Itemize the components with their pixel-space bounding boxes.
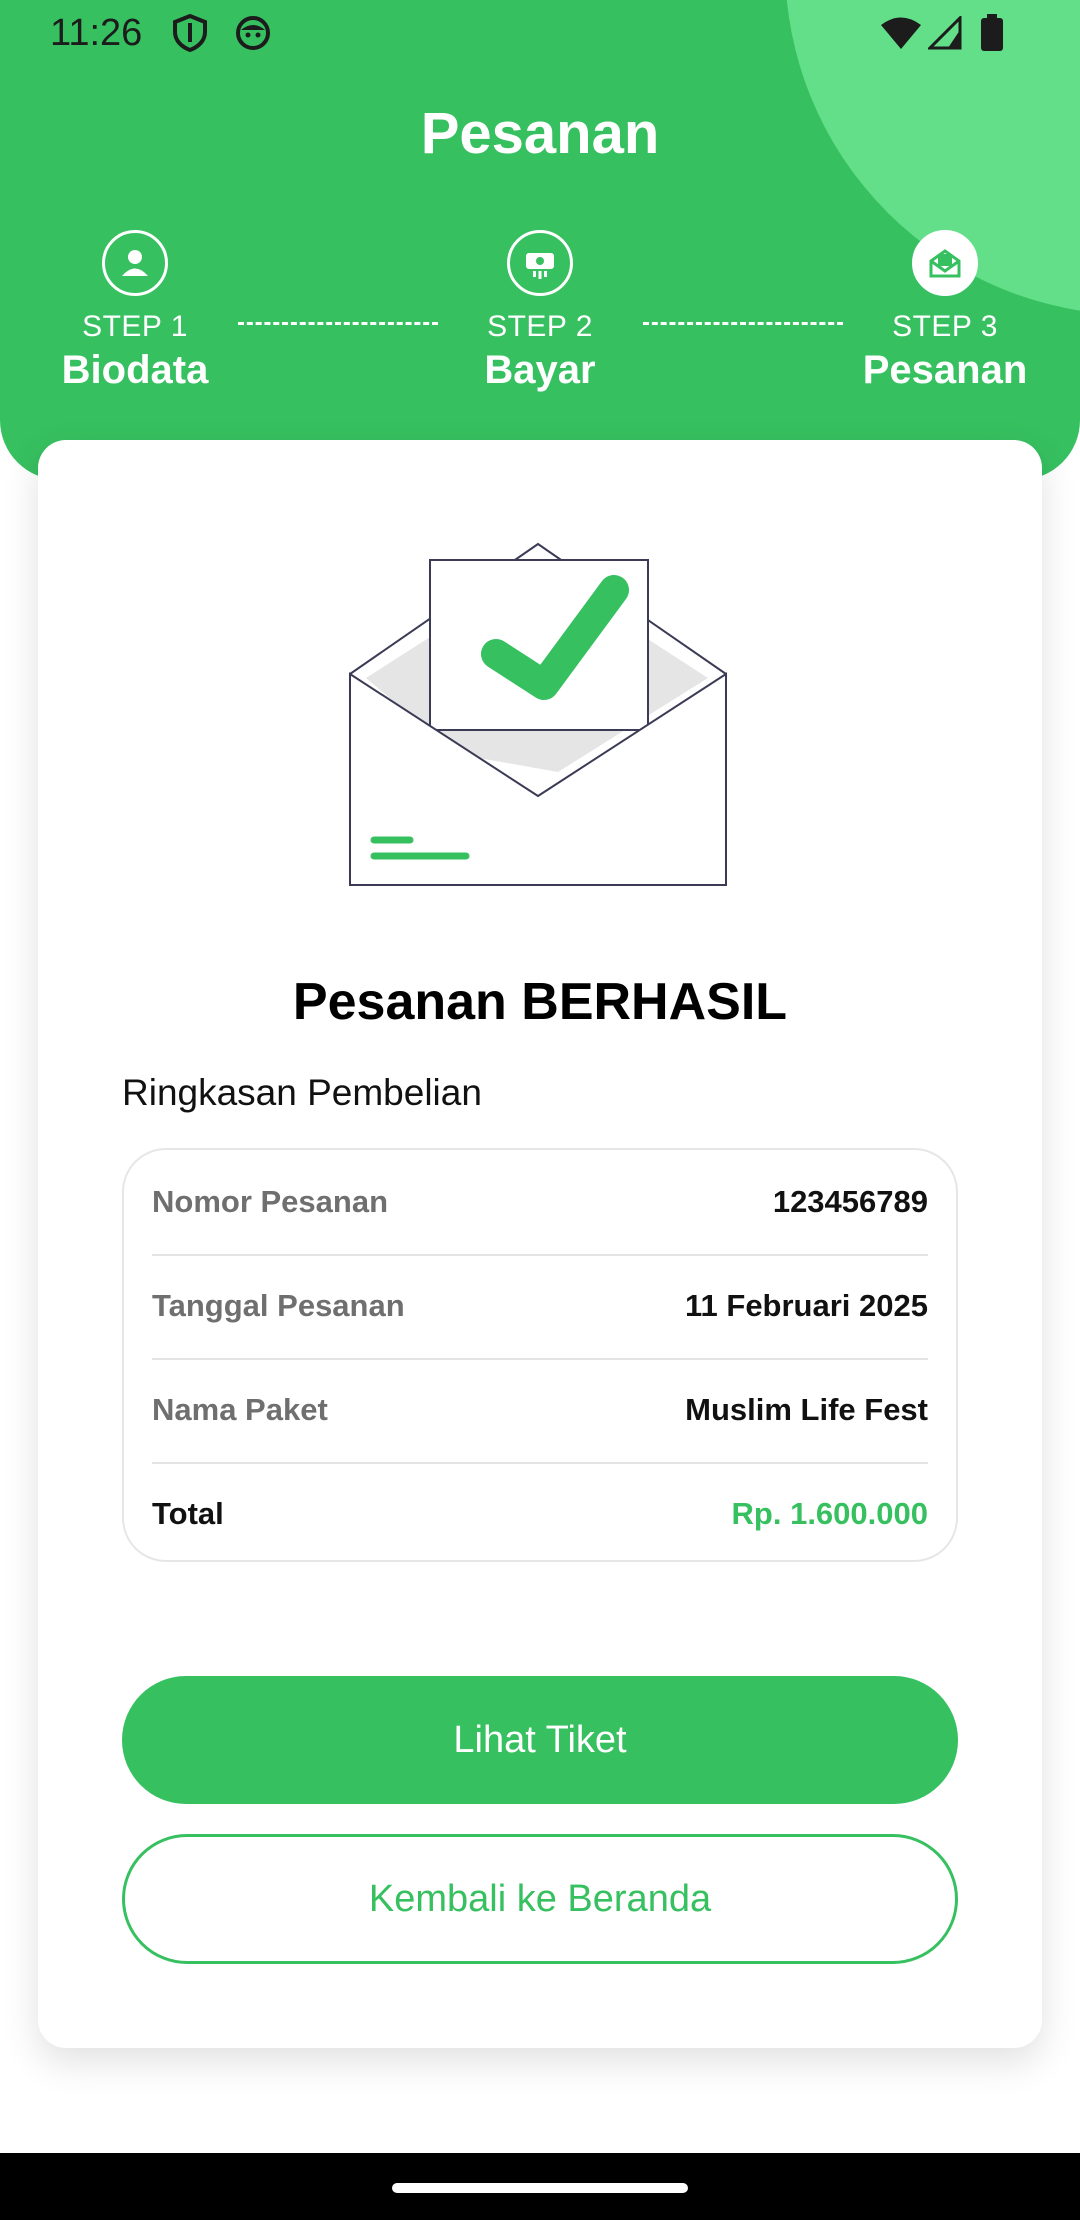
row-label: Nomor Pesanan <box>152 1184 389 1219</box>
summary-heading: Ringkasan Pembelian <box>122 1072 482 1113</box>
row-label: Tanggal Pesanan <box>152 1288 405 1323</box>
step-name: Bayar <box>484 348 596 392</box>
step-label: STEP 3 <box>892 310 998 343</box>
step-name: Pesanan <box>862 348 1028 392</box>
header: 11:26 Pesanan STEP 1 Biodata STEP 2 Baya… <box>0 0 1080 480</box>
step-biodata: STEP 1 Biodata <box>15 230 255 393</box>
summary-row-order-date: Tanggal Pesanan 11 Februari 2025 <box>152 1254 928 1360</box>
summary-row-total: Total Rp. 1.600.000 <box>152 1462 928 1566</box>
summary-row-package-name: Nama Paket Muslim Life Fest <box>152 1358 928 1464</box>
row-label: Total <box>152 1496 224 1531</box>
order-icon <box>912 230 978 296</box>
status-bar: 11:26 <box>0 0 1080 66</box>
step-connector <box>238 322 438 325</box>
face-icon <box>234 14 272 57</box>
success-title: Pesanan BERHASIL <box>292 973 788 1031</box>
total-value: Rp. 1.600.000 <box>731 1496 928 1531</box>
step-label: STEP 2 <box>487 310 593 343</box>
user-icon <box>102 230 168 296</box>
order-result-card: Pesanan BERHASIL Ringkasan Pembelian Nom… <box>38 440 1042 2048</box>
row-value: 123456789 <box>772 1184 928 1219</box>
page-title: Pesanan <box>420 101 660 166</box>
step-label: STEP 1 <box>82 310 188 343</box>
status-time: 11:26 <box>50 12 143 54</box>
step-name: Biodata <box>61 348 209 392</box>
signal-icon <box>926 14 962 55</box>
view-ticket-button[interactable]: Lihat Tiket <box>122 1676 958 1804</box>
summary-table: Nomor Pesanan 123456789 Tanggal Pesanan … <box>122 1148 958 1562</box>
battery-icon <box>980 14 1004 57</box>
step-pesanan: STEP 3 Pesanan <box>825 230 1065 393</box>
payment-icon <box>507 230 573 296</box>
shield-icon <box>172 13 208 57</box>
wifi-icon <box>880 16 922 55</box>
home-gesture-handle[interactable] <box>392 2183 688 2193</box>
row-value: Muslim Life Fest <box>685 1392 928 1427</box>
envelope-check-illustration <box>349 542 727 886</box>
summary-row-order-number: Nomor Pesanan 123456789 <box>152 1150 928 1256</box>
step-bayar: STEP 2 Bayar <box>420 230 660 393</box>
system-navigation-bar <box>0 2153 1080 2220</box>
row-label: Nama Paket <box>152 1392 328 1427</box>
back-to-home-button[interactable]: Kembali ke Beranda <box>122 1834 958 1964</box>
step-connector <box>643 322 843 325</box>
row-value: 11 Februari 2025 <box>685 1288 928 1323</box>
